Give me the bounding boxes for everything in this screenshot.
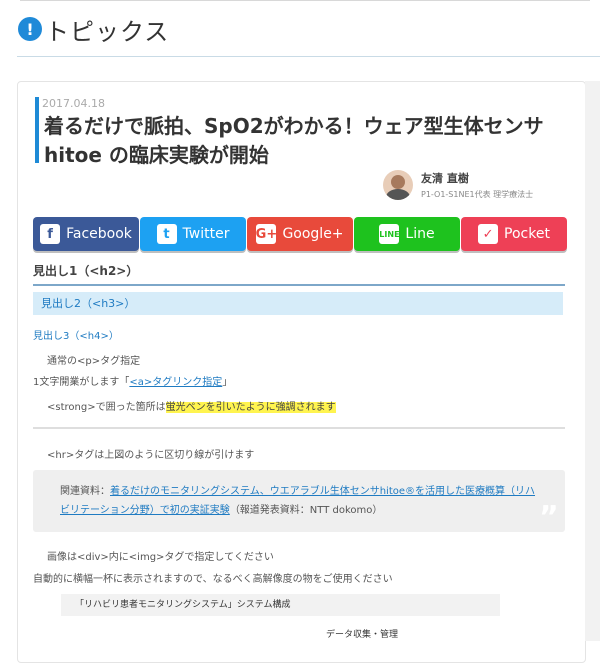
- paragraph-p: 通常の<p>タグ指定: [47, 356, 141, 367]
- twitter-share-button[interactable]: t Twitter: [140, 217, 246, 251]
- link-prefix: 1文字開業がします「: [33, 377, 130, 388]
- quote-prefix: 関連資料：: [60, 486, 110, 497]
- paragraph-image-note: 画像は<div>内に<img>タグで指定してください: [47, 552, 274, 563]
- facebook-icon: f: [40, 224, 61, 244]
- section-title: トピックス: [45, 17, 170, 46]
- inline-link[interactable]: <a>タグリンク指定: [129, 377, 222, 388]
- facebook-share-button[interactable]: f Facebook: [33, 217, 139, 251]
- author-block[interactable]: 友清 直樹 P1-O1-S1NE1代表 理学療法士: [383, 170, 533, 200]
- article-title[interactable]: 着るだけで脈拍、SpO2がわかる！ウェア型生体センサhitoe の臨床実験が開始: [44, 112, 569, 170]
- heading-h4: 見出し3（<h4>）: [33, 331, 119, 342]
- h2-underline: [33, 284, 565, 286]
- twitter-icon: t: [156, 224, 177, 244]
- facebook-label: Facebook: [66, 226, 132, 242]
- google-plus-label: Google+: [282, 226, 344, 242]
- quote-text: 関連資料：着るだけのモニタリングシステム、ウエアラブル生体センサhitoe®を活…: [60, 482, 540, 520]
- line-icon: LINE: [379, 224, 400, 244]
- quote-mark-icon: ”: [539, 500, 559, 535]
- paragraph-strong: <strong>で囲った箇所は蛍光ペンを引いたように強調されます: [47, 398, 336, 413]
- highlighted-text: 蛍光ペンを引いたように強調されます: [165, 402, 336, 413]
- pocket-icon: ✓: [478, 224, 499, 244]
- exclamation-icon: !: [18, 17, 42, 41]
- twitter-label: Twitter: [182, 226, 230, 242]
- paragraph-image-hint: 自動的に横幅一杯に表示されますので、なるべく高解像度の物をご使用ください: [33, 574, 393, 585]
- quote-source: （報道発表資料：NTT dokomo）: [229, 505, 383, 516]
- share-buttons: f Facebook t Twitter G+ Google+ LINE Lin…: [33, 217, 568, 251]
- google-plus-icon: G+: [256, 224, 277, 244]
- section-divider: [17, 56, 600, 57]
- paragraph-link: 1文字開業がします「<a>タグリンク指定」: [33, 373, 232, 388]
- heading-h2: 見出し1（<h2>）: [33, 264, 139, 278]
- line-label: Line: [405, 226, 435, 242]
- section-header: ! トピックス: [18, 12, 169, 46]
- article-date: 2017.04.18: [42, 97, 105, 110]
- horizontal-rule: [33, 427, 565, 429]
- google-plus-share-button[interactable]: G+ Google+: [247, 217, 353, 251]
- title-accent-bar: [35, 97, 39, 163]
- strong-prefix: <strong>で囲った箇所は: [47, 402, 166, 413]
- pocket-label: Pocket: [504, 226, 550, 242]
- pocket-share-button[interactable]: ✓ Pocket: [461, 217, 567, 251]
- line-share-button[interactable]: LINE Line: [354, 217, 460, 251]
- avatar: [383, 170, 413, 200]
- author-role: P1-O1-S1NE1代表 理学療法士: [421, 190, 534, 199]
- paragraph-hr: <hr>タグは上図のように区切り線が引けます: [47, 450, 255, 461]
- sidebar-edge: [585, 81, 600, 641]
- figure-label: データ収集・管理: [326, 630, 399, 640]
- heading-h3: 見出し2（<h3>）: [33, 292, 563, 315]
- link-suffix: 」: [222, 377, 233, 388]
- author-name: 友清 直樹: [421, 172, 469, 185]
- figure-caption: 「リハビリ患者モニタリングシステム」システム構成: [61, 594, 500, 616]
- top-divider: [20, 0, 590, 1]
